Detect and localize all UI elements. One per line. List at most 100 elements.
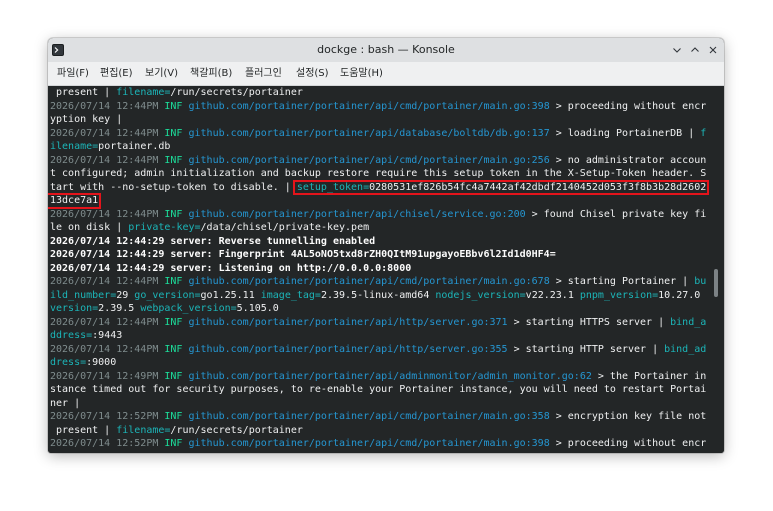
terminal-area[interactable]: present | filename=/run/secrets/portaine… bbox=[48, 86, 724, 453]
log-caller: github.com/portainer/portainer/api/chise… bbox=[188, 208, 526, 220]
menu-bar: 파일(F) 편집(E) 보기(V) 책갈피(B) 플러그인 설정(S) 도움말(… bbox=[48, 62, 724, 86]
konsole-window: dockge : bash — Konsole 파일(F) 편집(E) 보기(V… bbox=[48, 38, 724, 453]
log-text: le on disk | bbox=[50, 222, 129, 233]
log-timestamp: 2026/07/14 12:52PM bbox=[50, 438, 165, 449]
log-level: INF bbox=[164, 154, 189, 166]
terminal-line: 2026/07/14 12:44PM INF github.com/portai… bbox=[50, 208, 706, 222]
log-text: 2026/07/14 12:44:29 server: Fingerprint … bbox=[50, 249, 556, 260]
log-text: present | bbox=[50, 87, 117, 98]
menu-bookmarks[interactable]: 책갈피(B) bbox=[190, 62, 232, 85]
close-button[interactable] bbox=[707, 44, 719, 56]
terminal-line: 2026/07/14 12:49PM INF github.com/portai… bbox=[50, 370, 706, 384]
menu-view[interactable]: 보기(V) bbox=[145, 62, 178, 85]
terminal-line: present | filename=/run/secrets/portaine… bbox=[50, 86, 706, 100]
log-field-key: go_version= bbox=[134, 289, 201, 301]
log-field-key: nodejs_version= bbox=[435, 289, 526, 301]
log-caller: github.com/portainer/portainer/api/cmd/p… bbox=[188, 100, 550, 112]
terminal-line: tart with --no-setup-token to disable. |… bbox=[50, 179, 710, 195]
terminal-line: 13dce7a1 bbox=[48, 193, 706, 209]
menu-plugins[interactable]: 플러그인 bbox=[245, 62, 282, 85]
log-text: stance timed out for security purposes, … bbox=[50, 384, 707, 395]
terminal-line: ilename=portainer.db bbox=[50, 140, 706, 154]
terminal-line: 2026/07/14 12:44PM INF github.com/portai… bbox=[50, 343, 706, 357]
log-field-key: ddress= bbox=[50, 330, 93, 341]
menu-file[interactable]: 파일(F) bbox=[57, 62, 89, 85]
log-caller: github.com/portainer/portainer/api/cmd/p… bbox=[188, 411, 550, 422]
log-field-key: image_tag= bbox=[260, 289, 321, 301]
terminal-line: 2026/07/14 12:44:29 server: Reverse tunn… bbox=[50, 235, 706, 249]
terminal-line: le on disk | private-key=/data/chisel/pr… bbox=[50, 221, 706, 235]
log-caller: github.com/portainer/portainer/api/admin… bbox=[188, 370, 592, 382]
minimize-button[interactable] bbox=[671, 44, 683, 56]
log-timestamp: 2026/07/14 12:44PM bbox=[50, 343, 165, 355]
log-caller: github.com/portainer/portainer/api/cmd/p… bbox=[188, 438, 550, 449]
terminal-line: t configured; admin initialization and b… bbox=[50, 167, 706, 181]
terminal-line: 2026/07/14 12:44:29 server: Listening on… bbox=[50, 262, 706, 276]
log-text: 10.27.0 bbox=[658, 289, 707, 301]
log-text: > found Chisel private key fi bbox=[525, 208, 707, 220]
highlight-box: setup_token=0280531ef826b54fc4a7442af42d… bbox=[292, 179, 710, 195]
terminal-line: dress=:9000 bbox=[50, 356, 706, 370]
log-text: > starting HTTP server | bbox=[507, 343, 665, 355]
log-field-key: setup_token= bbox=[296, 181, 370, 193]
log-text: > starting HTTPS server | bbox=[507, 316, 671, 328]
log-text: 2026/07/14 12:44:29 server: Reverse tunn… bbox=[50, 235, 376, 247]
log-text: t configured; admin initialization and b… bbox=[50, 168, 707, 179]
terminal-line: ner | bbox=[50, 397, 706, 411]
log-caller: github.com/portainer/portainer/api/http/… bbox=[188, 316, 508, 328]
log-field-key: version= bbox=[50, 303, 99, 314]
log-timestamp: 2026/07/14 12:44PM bbox=[50, 127, 165, 139]
log-caller: github.com/portainer/portainer/api/cmd/p… bbox=[188, 276, 550, 287]
scrollbar-thumb[interactable] bbox=[714, 269, 718, 298]
close-icon bbox=[709, 46, 717, 54]
maximize-button[interactable] bbox=[689, 44, 701, 56]
log-field-key: f bbox=[700, 127, 707, 139]
log-caller: github.com/portainer/portainer/api/cmd/p… bbox=[188, 154, 550, 166]
log-timestamp: 2026/07/14 12:52PM bbox=[50, 411, 165, 422]
menu-help[interactable]: 도움말(H) bbox=[340, 62, 383, 85]
log-text: > the Portainer in bbox=[591, 370, 707, 382]
terminal-line: 2026/07/14 12:52PM INF github.com/portai… bbox=[50, 437, 706, 451]
log-field-key: dress= bbox=[50, 357, 87, 368]
log-level: INF bbox=[164, 316, 189, 328]
terminal-scrollbar[interactable] bbox=[714, 86, 718, 453]
log-text: :9443 bbox=[92, 330, 123, 341]
terminal-line: 2026/07/14 12:44PM INF github.com/portai… bbox=[50, 127, 706, 141]
log-field-key: filename= bbox=[116, 87, 171, 98]
chevron-down-icon bbox=[673, 48, 681, 53]
window-title: dockge : bash — Konsole bbox=[317, 43, 455, 56]
terminal-line: ild_number=29 go_version=go1.25.11 image… bbox=[50, 289, 706, 303]
log-text: go1.25.11 bbox=[200, 289, 261, 301]
terminal-line: 2026/07/14 12:52PM INF github.com/portai… bbox=[50, 410, 706, 424]
log-level: INF bbox=[164, 100, 189, 112]
log-level: INF bbox=[164, 276, 189, 287]
terminal-icon[interactable] bbox=[52, 44, 64, 56]
log-text: v22.23.1 bbox=[525, 289, 580, 301]
log-field-key: ilename= bbox=[50, 141, 99, 152]
log-text: 13dce7a1 bbox=[50, 195, 99, 206]
log-text: > loading PortainerDB | bbox=[549, 127, 701, 139]
log-timestamp: 2026/07/14 12:44PM bbox=[50, 208, 165, 220]
log-text: 2.39.5-linux-amd64 bbox=[320, 289, 436, 301]
terminal-line: 2026/07/14 12:44PM INF github.com/portai… bbox=[50, 100, 706, 114]
log-level: INF bbox=[164, 343, 189, 355]
terminal-line: 2026/07/14 12:44PM INF github.com/portai… bbox=[50, 154, 706, 168]
log-level: INF bbox=[164, 370, 189, 382]
log-timestamp: 2026/07/14 12:44PM bbox=[50, 100, 165, 112]
log-field-key: bu bbox=[694, 276, 707, 287]
log-level: INF bbox=[164, 411, 189, 422]
log-text: /run/secrets/portainer bbox=[170, 424, 303, 436]
log-text: /data/chisel/private-key.pem bbox=[200, 222, 370, 233]
log-text: 2026/07/14 12:44:29 server: Listening on… bbox=[50, 262, 412, 274]
log-field-key: webpack_version= bbox=[140, 303, 237, 314]
chevron-up-icon bbox=[691, 47, 699, 52]
log-caller: github.com/portainer/portainer/api/http/… bbox=[188, 343, 508, 355]
log-timestamp: 2026/07/14 12:44PM bbox=[50, 316, 165, 328]
menu-edit[interactable]: 편집(E) bbox=[100, 62, 133, 85]
log-field-key: bind_ad bbox=[664, 343, 707, 355]
menu-settings[interactable]: 설정(S) bbox=[296, 62, 329, 85]
title-bar[interactable]: dockge : bash — Konsole bbox=[48, 38, 724, 62]
log-level: INF bbox=[164, 127, 189, 139]
log-text: ner | bbox=[50, 397, 81, 409]
terminal-line: stance timed out for security purposes, … bbox=[50, 383, 706, 397]
